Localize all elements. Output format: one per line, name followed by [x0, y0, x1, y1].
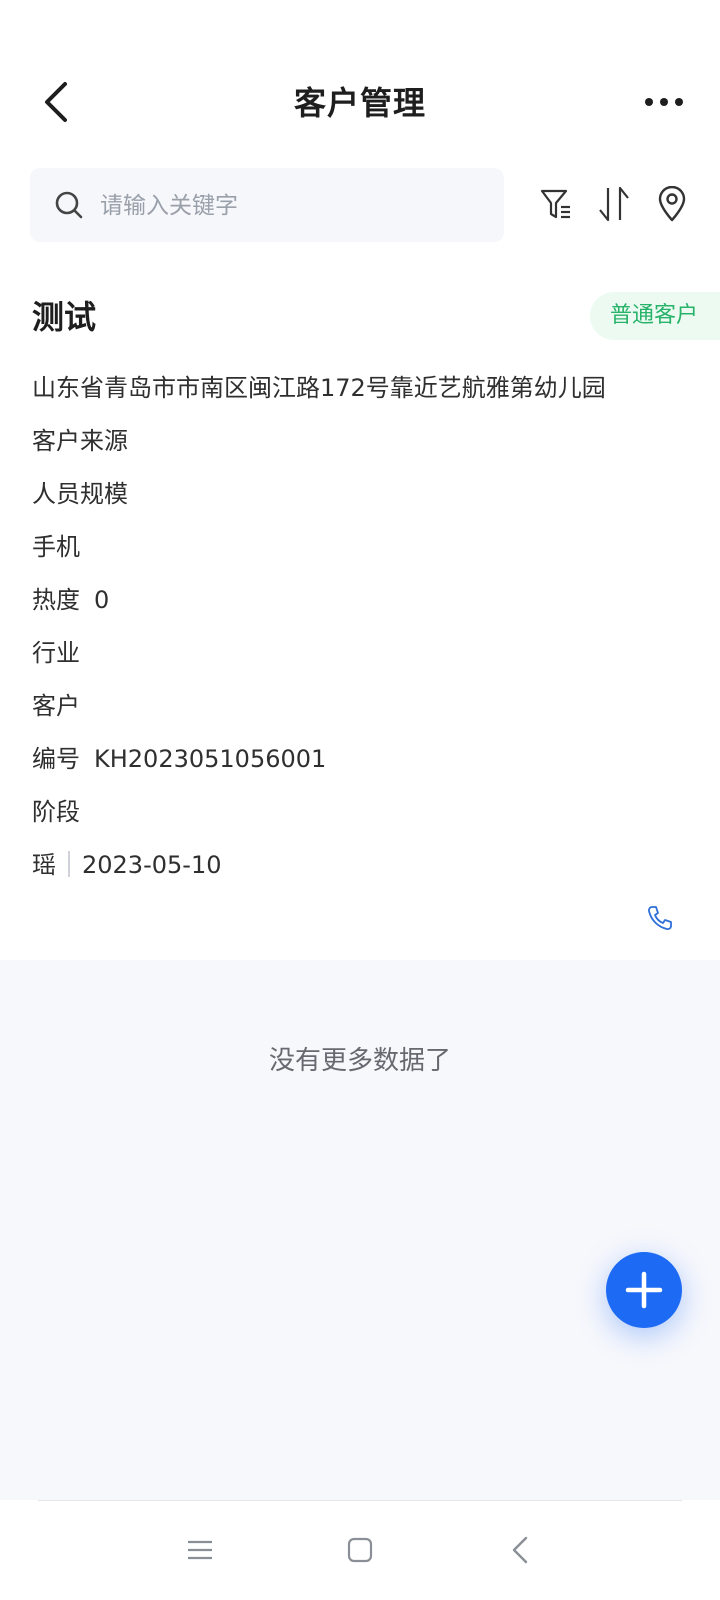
- divider: [68, 851, 70, 877]
- owner-name: 瑶: [32, 851, 56, 879]
- menu-icon: [188, 1540, 212, 1560]
- field-label: 热度: [32, 586, 80, 614]
- field-staff-size: 人员规模: [32, 474, 142, 509]
- field-mobile: 手机: [32, 527, 94, 562]
- plus-icon: [625, 1271, 663, 1309]
- field-label: 阶段: [32, 798, 80, 826]
- field-label: 行业: [32, 639, 80, 667]
- more-button[interactable]: [636, 76, 692, 128]
- field-industry: 行业: [32, 633, 94, 668]
- field-value: 0: [94, 586, 110, 614]
- field-heat: 热度 0: [32, 580, 109, 615]
- search-input[interactable]: [98, 168, 492, 244]
- field-value: KH2023051056001: [94, 745, 327, 773]
- field-label: 人员规模: [32, 480, 128, 508]
- call-button[interactable]: [642, 900, 678, 936]
- field-label: 编号: [32, 745, 80, 773]
- phone-icon: [648, 906, 672, 930]
- page-title: 客户管理: [293, 84, 426, 122]
- add-customer-button[interactable]: [606, 1252, 682, 1328]
- divider: [38, 1500, 682, 1501]
- square-icon: [347, 1537, 373, 1563]
- field-label: 手机: [32, 533, 80, 561]
- home-button[interactable]: [338, 1528, 382, 1572]
- location-button[interactable]: [652, 184, 692, 224]
- chevron-left-icon: [512, 1536, 528, 1564]
- filter-button[interactable]: [536, 184, 576, 224]
- field-code: 编号 KH2023051056001: [32, 739, 326, 774]
- location-pin-icon: [658, 186, 686, 222]
- field-label: 客户来源: [32, 427, 128, 455]
- app-header: 客户管理: [0, 60, 720, 146]
- customer-type-badge: 普通客户: [589, 292, 720, 340]
- filter-icon: [540, 189, 570, 219]
- more-dots-icon: [645, 98, 683, 106]
- customer-name: 测试: [32, 298, 97, 336]
- created-date: 2023-05-10: [82, 851, 222, 879]
- customer-address: 山东省青岛市市南区闽江路172号靠近艺航雅第幼儿园: [32, 374, 606, 402]
- field-source: 客户来源: [32, 421, 142, 456]
- sort-button[interactable]: [594, 184, 634, 224]
- sort-icon: [599, 186, 629, 222]
- search-icon: [55, 191, 83, 219]
- system-back-button[interactable]: [498, 1528, 542, 1572]
- recent-apps-button[interactable]: [178, 1528, 222, 1572]
- search-bar[interactable]: [30, 168, 504, 244]
- owner-date-row: 瑶 2023-05-10: [32, 845, 221, 880]
- list-end-text: 没有更多数据了: [268, 1046, 451, 1076]
- system-navigation-bar: [0, 1500, 720, 1600]
- field-label: 客户: [32, 692, 80, 720]
- field-stage: 阶段: [32, 792, 94, 827]
- field-customer: 客户: [32, 686, 94, 721]
